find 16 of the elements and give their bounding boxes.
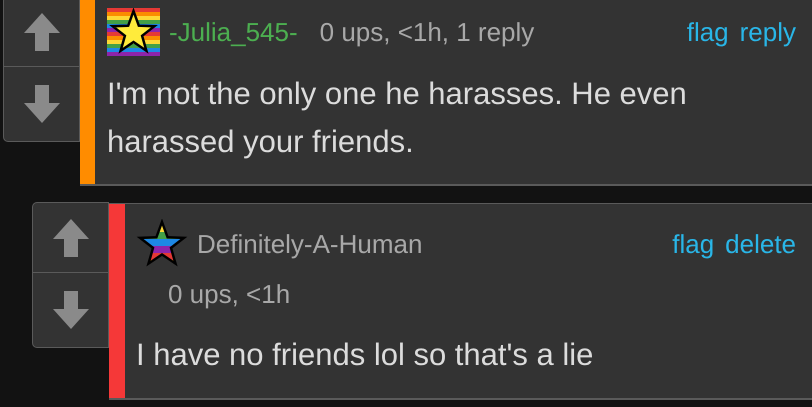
down-arrow-icon xyxy=(22,83,62,125)
comment-meta: 0 ups, <1h, 1 reply xyxy=(320,17,534,47)
action-link[interactable]: reply xyxy=(740,17,796,47)
rainbow-star-avatar-icon xyxy=(136,219,188,269)
up-arrow-icon xyxy=(50,216,90,258)
action-link[interactable]: flag xyxy=(686,17,729,47)
username-link[interactable]: Definitely-A-Human xyxy=(197,229,422,259)
up-arrow-icon xyxy=(22,10,62,52)
rainbow-star-avatar-icon xyxy=(107,8,160,56)
action-link[interactable]: flag xyxy=(672,229,714,259)
comment-meta: 0 ups, <1h xyxy=(168,279,292,309)
comment-text: I have no friends lol so that's a lie xyxy=(136,336,594,374)
down-arrow-icon xyxy=(50,289,90,331)
username-link[interactable]: -Julia_545- xyxy=(169,17,298,47)
comment-text: I'm not the only one he harasses. He even harassed your friends. xyxy=(107,75,688,161)
action-link[interactable]: delete xyxy=(725,229,796,259)
